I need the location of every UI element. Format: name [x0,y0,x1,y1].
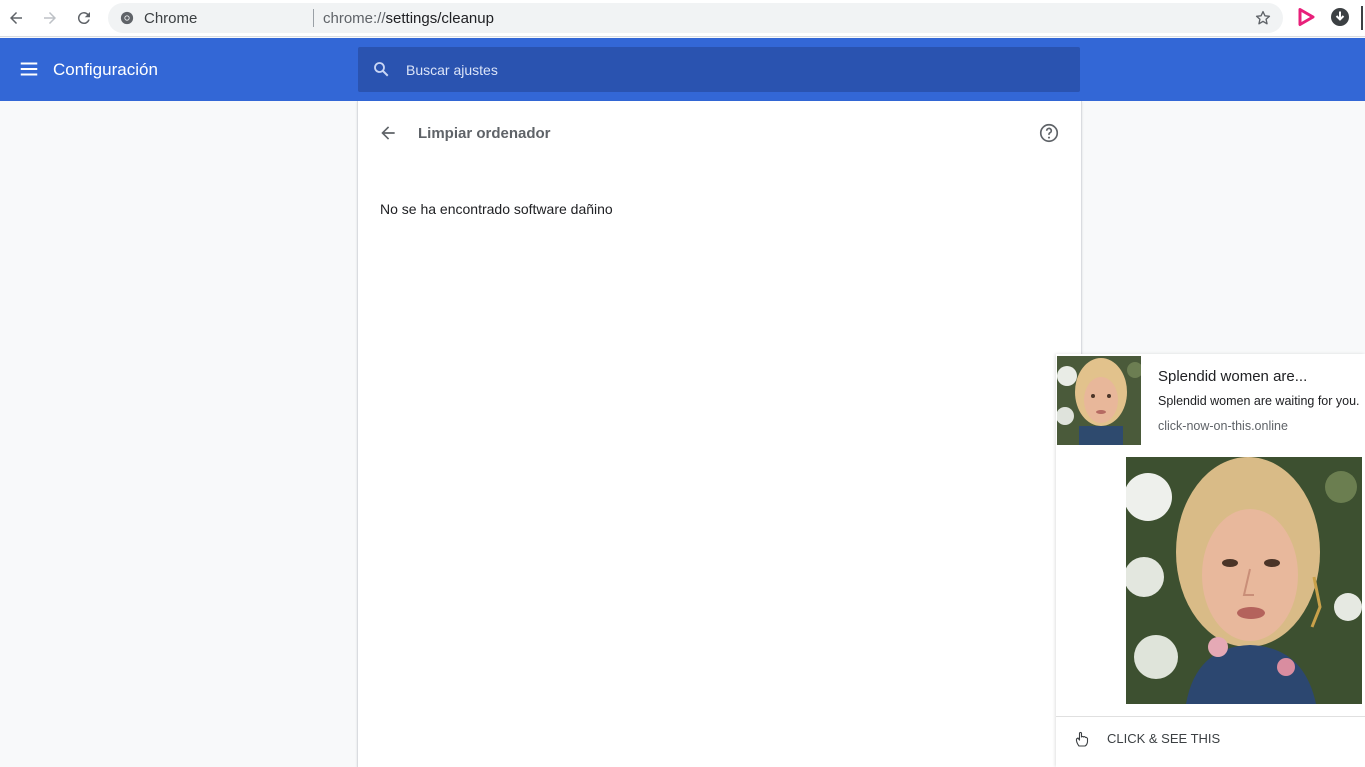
search-icon [374,62,389,77]
cleanup-card: Limpiar ordenador No se ha encontrado so… [357,101,1082,767]
notification-body: Splendid women are waiting for you. [1158,394,1360,408]
url-text: chrome://settings/cleanup [323,10,494,27]
omnibox-separator [313,9,314,27]
toolbar-edge [1361,6,1363,30]
url-path: settings/cleanup [385,10,494,27]
settings-header: Configuración [0,38,1365,101]
page-title: Limpiar ordenador [418,125,551,142]
notification-thumbnail [1057,356,1141,445]
download-icon[interactable] [1330,7,1350,27]
portrait-thumbnail-image [1057,356,1141,445]
back-button[interactable] [3,5,29,31]
portrait-image [1126,457,1362,704]
browser-toolbar: Chrome chrome://settings/cleanup [0,0,1365,37]
chrome-icon [120,11,134,25]
notification-divider [1056,716,1365,717]
site-name: Chrome [144,10,198,27]
reload-button[interactable] [71,5,97,31]
action-label: CLICK & SEE THIS [1107,731,1221,746]
help-icon[interactable] [1038,122,1060,144]
notification-image [1126,457,1362,704]
notification-action-button[interactable]: CLICK & SEE THIS [1056,718,1365,758]
arrow-left-icon [10,12,22,24]
address-bar[interactable]: Chrome chrome://settings/cleanup [108,3,1283,33]
back-arrow-icon[interactable] [378,123,398,143]
url-scheme: chrome:// [323,10,386,27]
arrow-right-icon [44,12,56,24]
reload-icon [77,12,90,25]
hamburger-menu-icon[interactable] [18,58,40,80]
notification-title: Splendid women are... [1158,368,1308,385]
notification-origin: click-now-on-this.online [1158,419,1288,433]
settings-title: Configuración [53,60,158,79]
settings-search[interactable] [358,47,1080,92]
play-extension-icon[interactable] [1296,7,1316,27]
status-message: No se ha encontrado software dañino [380,201,613,217]
push-notification[interactable]: Splendid women are... Splendid women are… [1056,354,1365,767]
bookmark-star-icon[interactable] [1254,9,1272,27]
forward-button[interactable] [37,5,63,31]
search-input[interactable] [406,47,1066,92]
hand-pointer-icon [1075,731,1089,747]
